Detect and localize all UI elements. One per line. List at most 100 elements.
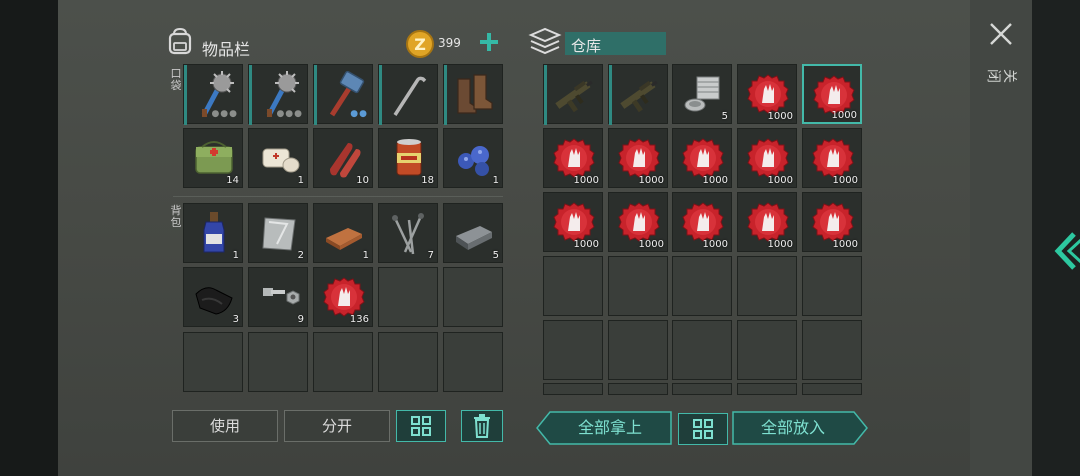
take-all-button[interactable]: 全部拿上 xyxy=(536,411,672,445)
item-quantity: 1 xyxy=(362,250,369,261)
item-quantity: 18 xyxy=(421,175,434,186)
item-slot-bottle-cap[interactable]: 1000 xyxy=(608,128,668,188)
empty-slot[interactable] xyxy=(737,383,797,395)
item-slot-bottle[interactable]: 1 xyxy=(183,203,243,263)
trash-button[interactable] xyxy=(461,410,503,442)
equipped-marker xyxy=(249,65,252,125)
item-quantity: 9 xyxy=(297,314,304,325)
item-slot-assault-rifle[interactable] xyxy=(608,64,668,125)
empty-slot[interactable] xyxy=(543,383,603,395)
empty-slot[interactable] xyxy=(543,256,603,316)
item-quantity: 1 xyxy=(297,175,304,186)
item-slot-bottle-cap[interactable]: 1000 xyxy=(802,64,862,124)
empty-slot[interactable] xyxy=(378,332,438,392)
item-slot-nails[interactable]: 7 xyxy=(378,203,438,263)
item-slot-sledgehammer[interactable]: ●● xyxy=(313,64,373,125)
empty-slot[interactable] xyxy=(802,383,862,395)
item-quantity: 1000 xyxy=(832,175,858,186)
empty-slot[interactable] xyxy=(313,332,373,392)
empty-slot[interactable] xyxy=(543,320,603,380)
inventory-title: 物品栏 xyxy=(202,40,251,59)
item-slot-bottle-cap[interactable]: 1000 xyxy=(802,192,862,252)
trash-icon xyxy=(474,414,490,438)
item-quantity: 14 xyxy=(226,175,239,186)
empty-slot[interactable] xyxy=(802,320,862,380)
item-slot-bottle-cap[interactable]: 1000 xyxy=(543,128,603,188)
item-slot-bottle-cap[interactable]: 136 xyxy=(313,267,373,327)
item-slot-bottle-cap[interactable]: 1000 xyxy=(737,192,797,252)
coin-icon: Z xyxy=(405,29,435,63)
add-coins-button[interactable] xyxy=(478,31,500,53)
equipped-marker xyxy=(379,65,382,125)
item-slot-raw-meat[interactable]: 10 xyxy=(313,128,373,188)
item-quantity: 1000 xyxy=(767,111,793,122)
item-slot-bottle-cap[interactable]: 1000 xyxy=(737,128,797,188)
sort-inventory-button[interactable] xyxy=(396,410,446,442)
item-slot-assault-rifle[interactable] xyxy=(543,64,603,125)
empty-slot[interactable] xyxy=(608,256,668,316)
empty-slot[interactable] xyxy=(183,332,243,392)
close-button[interactable] xyxy=(989,22,1013,46)
item-slot-spiked-club[interactable]: ●●● xyxy=(248,64,308,125)
empty-slot[interactable] xyxy=(802,256,862,316)
put-all-button[interactable]: 全部放入 xyxy=(732,411,868,445)
item-slot-canned-food[interactable]: 18 xyxy=(378,128,438,188)
item-slot-bottle-cap[interactable]: 1000 xyxy=(608,192,668,252)
empty-slot[interactable] xyxy=(672,256,732,316)
empty-slot[interactable] xyxy=(378,267,438,327)
item-quantity: 5 xyxy=(721,111,728,122)
empty-slot[interactable] xyxy=(672,320,732,380)
item-slot-bottle-cap[interactable]: 1000 xyxy=(802,128,862,188)
item-slot-copper-ingot[interactable]: 1 xyxy=(313,203,373,263)
equipped-marker xyxy=(544,65,547,125)
item-slot-crowbar[interactable] xyxy=(378,64,438,125)
empty-slot[interactable] xyxy=(443,267,503,327)
item-quantity: 1000 xyxy=(767,239,793,250)
equipped-marker xyxy=(609,65,612,125)
left-background xyxy=(0,0,58,476)
item-quantity: 5 xyxy=(492,250,499,261)
item-slot-black-cloth[interactable]: 3 xyxy=(183,267,243,327)
item-slot-iron-ingot[interactable]: 5 xyxy=(443,203,503,263)
item-slot-blueberries[interactable]: 1 xyxy=(443,128,503,188)
backpack-icon xyxy=(165,26,195,60)
item-quantity: 1000 xyxy=(832,239,858,250)
empty-slot[interactable] xyxy=(737,256,797,316)
empty-slot[interactable] xyxy=(443,332,503,392)
item-slot-bolt-nut[interactable]: 9 xyxy=(248,267,308,327)
item-quantity: 136 xyxy=(349,314,369,325)
item-quantity: 1000 xyxy=(573,239,599,250)
item-slot-bottle-cap[interactable]: 1000 xyxy=(543,192,603,252)
use-button[interactable]: 使用 xyxy=(172,410,278,442)
section-divider xyxy=(173,196,503,197)
svg-text:Z: Z xyxy=(414,35,426,54)
empty-slot[interactable] xyxy=(608,383,668,395)
item-quantity: 1000 xyxy=(702,239,728,250)
item-quantity: 1000 xyxy=(767,175,793,186)
side-panel-toggle[interactable] xyxy=(1054,230,1080,272)
equipped-marker xyxy=(184,65,187,125)
item-quantity: 3 xyxy=(232,314,239,325)
backpack-label: 背包 xyxy=(170,204,182,229)
pocket-label: 口袋 xyxy=(170,67,182,92)
empty-slot[interactable] xyxy=(737,320,797,380)
item-slot-bottle-cap[interactable]: 1000 xyxy=(672,192,732,252)
item-slot-spiked-club[interactable]: ●●● xyxy=(183,64,243,125)
item-slot-engine-parts[interactable]: 5 xyxy=(672,64,732,124)
item-slot-bandage[interactable]: 1 xyxy=(248,128,308,188)
item-slot-metal-sheet[interactable]: 2 xyxy=(248,203,308,263)
take-all-label: 全部拿上 xyxy=(577,418,642,437)
empty-slot[interactable] xyxy=(248,332,308,392)
empty-slot[interactable] xyxy=(672,383,732,395)
sort-storage-button[interactable] xyxy=(678,413,728,445)
equipped-marker xyxy=(314,65,317,125)
empty-slot[interactable] xyxy=(608,320,668,380)
item-slot-bottle-cap[interactable]: 1000 xyxy=(737,64,797,124)
durability-dots: ●●● xyxy=(276,109,303,119)
item-slot-first-aid-bag[interactable]: 14 xyxy=(183,128,243,188)
split-button[interactable]: 分开 xyxy=(284,410,390,442)
item-slot-boots[interactable] xyxy=(443,64,503,125)
item-slot-bottle-cap[interactable]: 1000 xyxy=(672,128,732,188)
grid-icon xyxy=(411,416,431,436)
chevron-left-icon xyxy=(1054,232,1080,270)
